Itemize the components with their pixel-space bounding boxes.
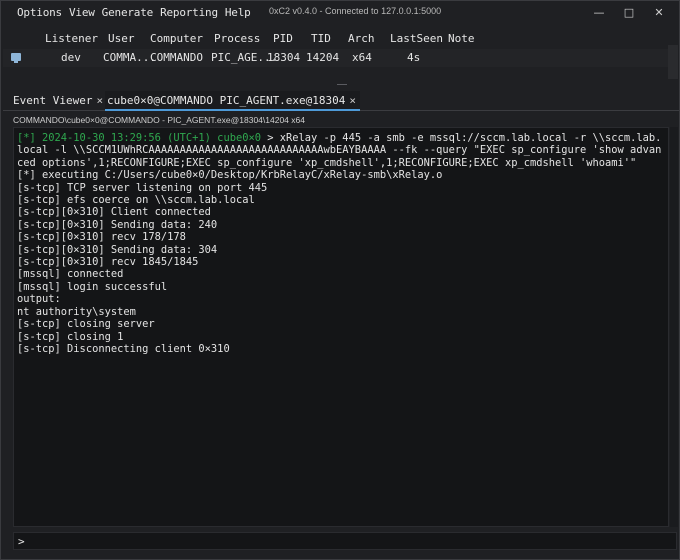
column-header-user[interactable]: User bbox=[108, 32, 135, 45]
sessions-table: Listener User Computer Process PID TID A… bbox=[3, 28, 669, 78]
menu-view[interactable]: View bbox=[69, 6, 95, 19]
menu-generate[interactable]: Generate bbox=[102, 6, 154, 19]
cell-lastseen: 4s bbox=[407, 51, 421, 64]
table-scrollbar[interactable] bbox=[668, 45, 678, 79]
cell-listener: dev bbox=[61, 51, 81, 64]
maximize-button[interactable]: □ bbox=[617, 3, 641, 21]
console-prompt: [*] 2024-10-30 13:29:56 (UTC+1) cube0×0 bbox=[17, 132, 261, 144]
window-title: 0xC2 v0.4.0 - Connected to 127.0.0.1:500… bbox=[269, 6, 442, 16]
console-output: [*] 2024-10-30 13:29:56 (UTC+1) cube0×0 … bbox=[13, 127, 669, 527]
cell-arch: x64 bbox=[352, 51, 372, 64]
tab-agent-session[interactable]: cube0×0@COMMANDO PIC_AGENT.exe@18304 × bbox=[105, 91, 361, 111]
table-header: Listener User Computer Process PID TID A… bbox=[3, 30, 669, 48]
console-line: [s-tcp] Disconnecting client 0×310 bbox=[17, 342, 230, 355]
table-row[interactable]: dev COMMA... COMMANDO PIC_AGE... 18304 1… bbox=[3, 49, 669, 67]
console-line: [s-tcp][0×310] Sending data: 240 bbox=[17, 218, 218, 231]
command-input-bar: > bbox=[13, 532, 677, 550]
console-line: nt authority\system bbox=[17, 305, 136, 318]
column-header-process[interactable]: Process bbox=[214, 32, 260, 45]
column-header-computer[interactable]: Computer bbox=[150, 32, 203, 45]
column-header-note[interactable]: Note bbox=[448, 32, 475, 45]
tab-label: Event Viewer bbox=[13, 94, 93, 107]
close-icon[interactable]: × bbox=[349, 94, 356, 107]
console-line: [s-tcp][0×310] Sending data: 304 bbox=[17, 243, 218, 256]
title-bar: Options View Generate Reporting Help 0xC… bbox=[1, 1, 679, 23]
console-line: [s-tcp] closing server bbox=[17, 318, 155, 331]
menu-options[interactable]: Options bbox=[17, 6, 62, 19]
console-line: [mssql] login successful bbox=[17, 280, 168, 293]
console-line: [s-tcp] closing 1 bbox=[17, 330, 124, 343]
console-line: output: bbox=[17, 293, 61, 306]
column-header-listener[interactable]: Listener bbox=[45, 32, 98, 45]
menu-bar: Options View Generate Reporting Help bbox=[17, 6, 258, 19]
input-caret: > bbox=[18, 534, 25, 548]
monitor-icon bbox=[11, 53, 21, 63]
console-line: [s-tcp] TCP server listening on port 445 bbox=[17, 181, 268, 194]
console-line: [s-tcp][0×310] Client connected bbox=[17, 206, 211, 219]
console-line: [s-tcp][0×310] recv 1845/1845 bbox=[17, 256, 199, 269]
cell-user: COMMA... bbox=[103, 51, 156, 64]
console-line: [mssql] connected bbox=[17, 268, 124, 281]
app-window: Options View Generate Reporting Help 0xC… bbox=[0, 0, 680, 560]
session-breadcrumb: COMMANDO\cube0×0@COMMANDO - PIC_AGENT.ex… bbox=[13, 115, 305, 125]
console-line: [s-tcp][0×310] recv 178/178 bbox=[17, 231, 186, 244]
column-header-pid[interactable]: PID bbox=[273, 32, 293, 45]
column-header-arch[interactable]: Arch bbox=[348, 32, 375, 45]
menu-reporting[interactable]: Reporting bbox=[160, 6, 218, 19]
cell-tid: 14204 bbox=[306, 51, 340, 64]
close-button[interactable]: ✕ bbox=[647, 3, 671, 21]
tab-bar: Event Viewer × cube0×0@COMMANDO PIC_AGENT… bbox=[3, 91, 679, 111]
console-scrollbar[interactable] bbox=[670, 127, 678, 527]
cell-computer: COMMANDO bbox=[150, 51, 203, 64]
tab-label: cube0×0@COMMANDO PIC_AGENT.exe@18304 bbox=[107, 94, 346, 107]
splitter-handle[interactable] bbox=[337, 84, 347, 85]
close-icon[interactable]: × bbox=[96, 94, 103, 107]
console-command-line: [*] 2024-10-30 13:29:56 (UTC+1) cube0×0 … bbox=[17, 132, 666, 169]
command-input[interactable] bbox=[30, 535, 651, 547]
column-header-lastseen[interactable]: LastSeen bbox=[390, 32, 443, 45]
column-header-tid[interactable]: TID bbox=[311, 32, 331, 45]
cell-pid: 18304 bbox=[267, 51, 301, 64]
console-line: [*] executing C:/Users/cube0×0/Desktop/K… bbox=[17, 169, 443, 182]
tab-event-viewer[interactable]: Event Viewer × bbox=[13, 91, 103, 111]
menu-help[interactable]: Help bbox=[225, 6, 251, 19]
window-controls: — □ ✕ bbox=[581, 3, 671, 21]
minimize-button[interactable]: — bbox=[587, 3, 611, 21]
console-line: [s-tcp] efs coerce on \\sccm.lab.local bbox=[17, 194, 255, 207]
